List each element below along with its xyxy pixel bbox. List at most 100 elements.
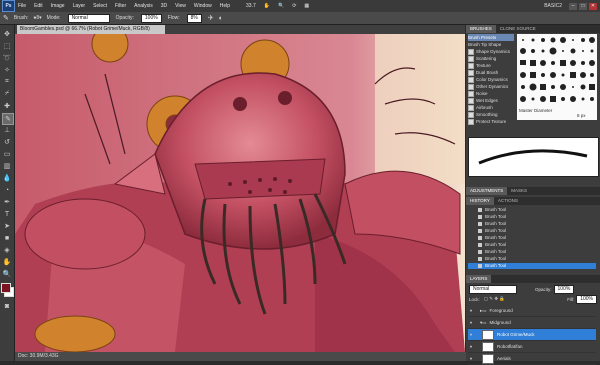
layer-row[interactable]: ● Aerials xyxy=(468,353,596,365)
tab-actions[interactable]: ACTIONS xyxy=(494,197,522,205)
history-item[interactable]: Brush Tool xyxy=(468,207,596,213)
brush-option-dual-brush[interactable]: Dual Brush xyxy=(468,69,514,76)
gradient-tool-icon[interactable]: ▥ xyxy=(2,161,12,171)
menu-layer[interactable]: Layer xyxy=(73,3,86,9)
tab-brushes[interactable]: BRUSHES xyxy=(466,25,496,33)
lasso-tool-icon[interactable]: ➰ xyxy=(2,53,12,63)
eraser-tool-icon[interactable]: ▭ xyxy=(2,149,12,159)
zoom-tool-icon[interactable]: 🔍 xyxy=(2,269,12,279)
checkbox-icon[interactable] xyxy=(468,111,474,118)
zoom-level[interactable]: 33.7 xyxy=(246,3,256,9)
history-item[interactable]: Brush Tool xyxy=(468,242,596,248)
eye-icon[interactable]: ● xyxy=(468,329,474,340)
history-item[interactable]: Brush Tool xyxy=(468,256,596,262)
eye-icon[interactable]: ● xyxy=(468,341,474,352)
brush-option-airbrush[interactable]: Airbrush xyxy=(468,104,514,111)
history-item[interactable]: Brush Tool xyxy=(468,235,596,241)
menu-window[interactable]: Window xyxy=(194,3,212,9)
move-tool-icon[interactable]: ✥ xyxy=(2,29,12,39)
mode-select[interactable]: Normal xyxy=(67,13,110,23)
menu-3d[interactable]: 3D xyxy=(161,3,167,9)
brush-option-color-dynamics[interactable]: Color Dynamics xyxy=(468,76,514,83)
checkbox-icon[interactable] xyxy=(468,104,474,111)
rotate-icon[interactable]: ⟳ xyxy=(292,3,296,9)
shape-tool-icon[interactable]: ■ xyxy=(2,233,12,243)
brush-tool-icon[interactable]: ✎ xyxy=(3,14,9,22)
lock-pixels-icon[interactable]: ▢ ✎ ✥ 🔒 xyxy=(484,296,505,302)
brush-option-wet-edges[interactable]: Wet Edges xyxy=(468,97,514,104)
layer-row[interactable]: ● Robotflat/fan xyxy=(468,341,596,353)
tablet-pressure-icon[interactable]: ◐ xyxy=(219,15,223,22)
menu-filter[interactable]: Filter xyxy=(115,3,126,9)
foreground-color-swatch[interactable] xyxy=(1,283,11,293)
brush-option-noise[interactable]: Noise xyxy=(468,90,514,97)
menu-edit[interactable]: Edit xyxy=(34,3,43,9)
tab-masks[interactable]: MASKS xyxy=(507,187,531,195)
tab-adjustments[interactable]: ADJUSTMENTS xyxy=(466,187,508,195)
brush-option-scattering[interactable]: Scattering xyxy=(468,55,514,62)
checkbox-icon[interactable] xyxy=(468,83,474,90)
checkbox-icon[interactable] xyxy=(468,76,474,83)
document-canvas[interactable] xyxy=(15,34,465,352)
maximize-button[interactable]: □ xyxy=(579,2,587,10)
history-item[interactable]: Brush Tool xyxy=(468,221,596,227)
history-brush-tool-icon[interactable]: ↺ xyxy=(2,137,12,147)
minimize-button[interactable]: – xyxy=(569,2,577,10)
quick-mask-icon[interactable]: ◙ xyxy=(2,301,12,311)
hand-icon[interactable]: ✋ xyxy=(264,3,270,9)
layer-group-row[interactable]: ● ▸▭ Foreground xyxy=(468,305,596,317)
document-tab[interactable]: BloomGambles.psd @ 66.7% (Robot Grime/Mu… xyxy=(17,25,165,34)
type-tool-icon[interactable]: T xyxy=(2,209,12,219)
opacity-field[interactable]: 100% xyxy=(140,13,162,23)
checkbox-icon[interactable] xyxy=(468,118,474,125)
path-select-tool-icon[interactable]: ➤ xyxy=(2,221,12,231)
menu-select[interactable]: Select xyxy=(93,3,107,9)
layer-group-row[interactable]: ● ▾▭ Midground xyxy=(468,317,596,329)
checkbox-icon[interactable] xyxy=(468,55,474,62)
menu-file[interactable]: File xyxy=(18,3,26,9)
eyedropper-tool-icon[interactable]: ⌿ xyxy=(2,89,12,99)
menu-analysis[interactable]: Analysis xyxy=(134,3,153,9)
quick-select-tool-icon[interactable]: ✧ xyxy=(2,65,12,75)
checkbox-icon[interactable] xyxy=(468,90,474,97)
master-diameter-value[interactable]: 8 px xyxy=(577,113,586,118)
brush-option-other-dynamics[interactable]: Other Dynamics xyxy=(468,83,514,90)
brush-preset-grid[interactable]: Master Diameter 8 px xyxy=(517,34,597,120)
menu-image[interactable]: Image xyxy=(51,3,65,9)
history-item[interactable]: Brush Tool xyxy=(468,228,596,234)
history-item-current[interactable]: Brush Tool xyxy=(468,263,596,269)
clone-stamp-tool-icon[interactable]: ⊥ xyxy=(2,125,12,135)
crop-tool-icon[interactable]: ⌗ xyxy=(2,77,12,87)
menu-view[interactable]: View xyxy=(175,3,186,9)
menu-help[interactable]: Help xyxy=(220,3,230,9)
marquee-tool-icon[interactable]: ⬚ xyxy=(2,41,12,51)
fill-field[interactable]: 100% xyxy=(576,294,597,304)
pen-tool-icon[interactable]: ✒ xyxy=(2,197,12,207)
history-item[interactable]: Brush Tool xyxy=(468,249,596,255)
brush-option-protect-texture[interactable]: Protect Texture xyxy=(468,118,514,125)
brush-option-tip-shape[interactable]: Brush Tip Shape xyxy=(468,41,514,48)
checkbox-icon[interactable] xyxy=(468,97,474,104)
close-button[interactable]: ✕ xyxy=(589,2,597,10)
zoom-icon[interactable]: 🔍 xyxy=(278,3,284,9)
layer-row-selected[interactable]: ● Robot Grime/Muck xyxy=(468,329,596,341)
checkbox-icon[interactable] xyxy=(468,69,474,76)
checkbox-icon[interactable] xyxy=(468,62,474,69)
blend-mode-select[interactable]: Normal xyxy=(469,284,517,294)
brush-option-shape-dynamics[interactable]: Shape Dynamics xyxy=(468,48,514,55)
workspace-switcher[interactable]: BASIC2 xyxy=(544,3,562,9)
airbrush-icon[interactable]: ✈ xyxy=(208,14,214,22)
blur-tool-icon[interactable]: 💧 xyxy=(2,173,12,183)
flow-field[interactable]: 8% xyxy=(186,13,202,23)
dodge-tool-icon[interactable]: ◔ xyxy=(2,185,12,195)
hand-tool-icon[interactable]: ✋ xyxy=(2,257,12,267)
brush-option-presets[interactable]: Brush Presets xyxy=(468,34,514,41)
checkbox-icon[interactable] xyxy=(468,48,474,55)
eye-icon[interactable]: ● xyxy=(468,317,474,328)
brush-option-texture[interactable]: Texture xyxy=(468,62,514,69)
tab-history[interactable]: HISTORY xyxy=(466,197,494,205)
history-item[interactable]: Brush Tool xyxy=(468,214,596,220)
tab-layers[interactable]: LAYERS xyxy=(466,275,492,283)
brush-tool-icon[interactable]: ✎ xyxy=(2,113,14,125)
tab-clone-source[interactable]: CLONE SOURCE xyxy=(496,25,540,33)
